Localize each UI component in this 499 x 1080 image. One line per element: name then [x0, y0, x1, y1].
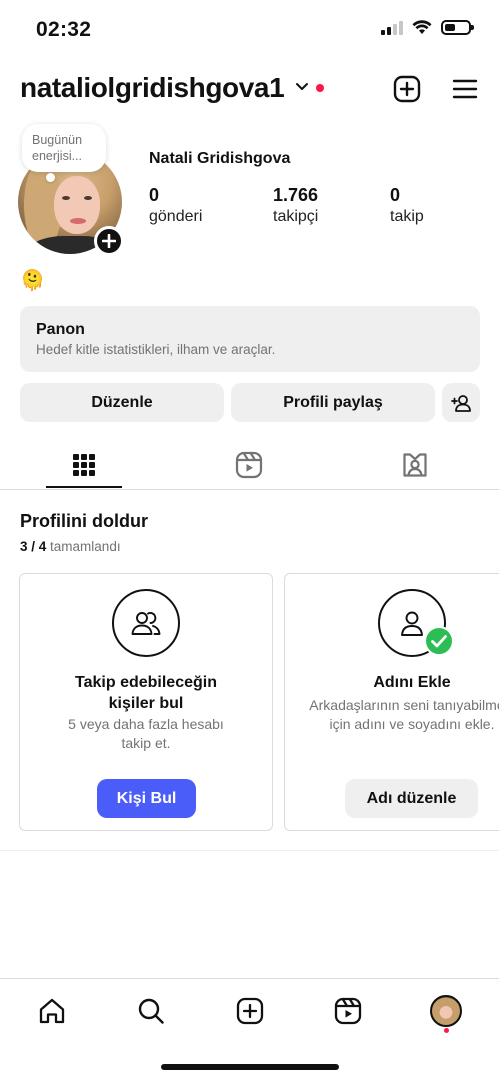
home-icon [39, 998, 65, 1024]
tab-posts[interactable] [24, 440, 144, 490]
dashboard-subtitle: Hedef kitle istatistikleri, ilham ve ara… [36, 342, 276, 357]
followers-label: takipçi [273, 208, 319, 225]
chevron-down-icon[interactable] [295, 82, 309, 92]
nav-reels[interactable] [328, 991, 368, 1031]
reels-nav-icon [334, 997, 362, 1025]
nav-profile[interactable] [426, 991, 466, 1031]
add-story-button[interactable] [94, 226, 124, 256]
signal-icon [381, 20, 403, 35]
note-bubble[interactable]: Bugünün enerjisi... [22, 124, 106, 182]
card-description: Arkadaşlarının seni tanıyabilmesi için a… [285, 696, 499, 734]
progress-suffix: tamamlandı [50, 539, 121, 554]
share-profile-button[interactable]: Profili paylaş [231, 383, 435, 422]
active-tab-indicator [46, 486, 122, 488]
posts-label: gönderi [149, 208, 203, 225]
following-label: takip [390, 208, 424, 225]
card-description: 5 veya daha fazla hesabı takip et. [20, 715, 272, 753]
edit-name-button[interactable]: Adı düzenle [345, 779, 478, 818]
people-icon [131, 612, 161, 635]
battery-icon [441, 20, 474, 35]
card-text-line: için adını ve soyadını ekle. [329, 716, 495, 732]
card-title-line: kişiler bul [108, 695, 184, 712]
add-person-icon [451, 394, 471, 412]
nav-home[interactable] [32, 991, 72, 1031]
create-button[interactable] [392, 74, 422, 104]
find-people-card: Takip edebileceğin kişiler bul 5 veya da… [19, 573, 273, 831]
status-icons [381, 20, 474, 35]
plus-icon [102, 234, 116, 248]
progress-count: 3 / 4 [20, 539, 47, 554]
followers-count: 1.766 [273, 185, 319, 205]
content-tabs [0, 440, 499, 490]
tab-reels[interactable] [189, 440, 309, 490]
following-stat[interactable]: 0 takip [390, 184, 424, 228]
followers-stat[interactable]: 1.766 takipçi [273, 184, 318, 228]
reels-icon [235, 451, 263, 479]
person-icon [401, 611, 423, 636]
nav-create[interactable] [230, 991, 270, 1031]
add-name-card: Adını Ekle Arkadaşlarının seni tanıyabil… [284, 573, 499, 831]
hamburger-menu-icon [452, 79, 478, 99]
tab-tagged[interactable] [355, 440, 475, 490]
home-indicator[interactable] [161, 1064, 339, 1070]
grid-icon [73, 454, 95, 476]
nav-notification-dot [444, 1028, 449, 1033]
edit-profile-button[interactable]: Düzenle [20, 383, 224, 422]
complete-profile-progress: 3 / 4 tamamlandı [20, 539, 121, 554]
bottom-navigation [0, 978, 499, 1040]
check-badge-icon [424, 626, 454, 656]
complete-profile-title: Profilini doldur [20, 511, 148, 531]
create-icon [236, 997, 264, 1025]
search-icon [138, 998, 164, 1024]
card-text-line: 5 veya daha fazla hesabı [68, 716, 224, 732]
card-text-line: Arkadaşlarının seni tanıyabilmesi [309, 697, 499, 713]
nav-avatar [430, 995, 462, 1027]
card-text-line: takip et. [121, 735, 171, 751]
notification-dot [316, 84, 324, 92]
menu-button[interactable] [450, 74, 480, 104]
wifi-icon [412, 20, 432, 34]
status-bar: 02:32 [0, 0, 499, 62]
posts-count: 0 [149, 185, 160, 205]
bio-emoji: 🫠 [20, 270, 45, 292]
following-count: 0 [390, 185, 401, 205]
status-time: 02:32 [36, 18, 92, 41]
card-title-line: Takip edebileceğin [75, 674, 217, 691]
card-title: Adını Ekle [373, 674, 451, 691]
people-icon-circle [112, 589, 180, 657]
card-title: Takip edebileceğin kişiler bul [20, 672, 272, 714]
posts-stat[interactable]: 0 gönderi [149, 184, 202, 228]
dashboard-title: Panon [36, 321, 85, 338]
full-name: Natali Gridishgova [149, 150, 291, 167]
find-people-button[interactable]: Kişi Bul [97, 779, 196, 818]
nav-search[interactable] [131, 991, 171, 1031]
dashboard-card[interactable]: Panon Hedef kitle istatistikleri, ilham … [20, 306, 480, 372]
tagged-icon [403, 453, 427, 477]
username-switcher[interactable]: nataliolgridishgova1 [20, 72, 285, 104]
profile-header: nataliolgridishgova1 [0, 68, 499, 112]
section-divider [0, 850, 499, 851]
plus-square-icon [393, 75, 421, 103]
discover-people-button[interactable] [442, 383, 480, 422]
